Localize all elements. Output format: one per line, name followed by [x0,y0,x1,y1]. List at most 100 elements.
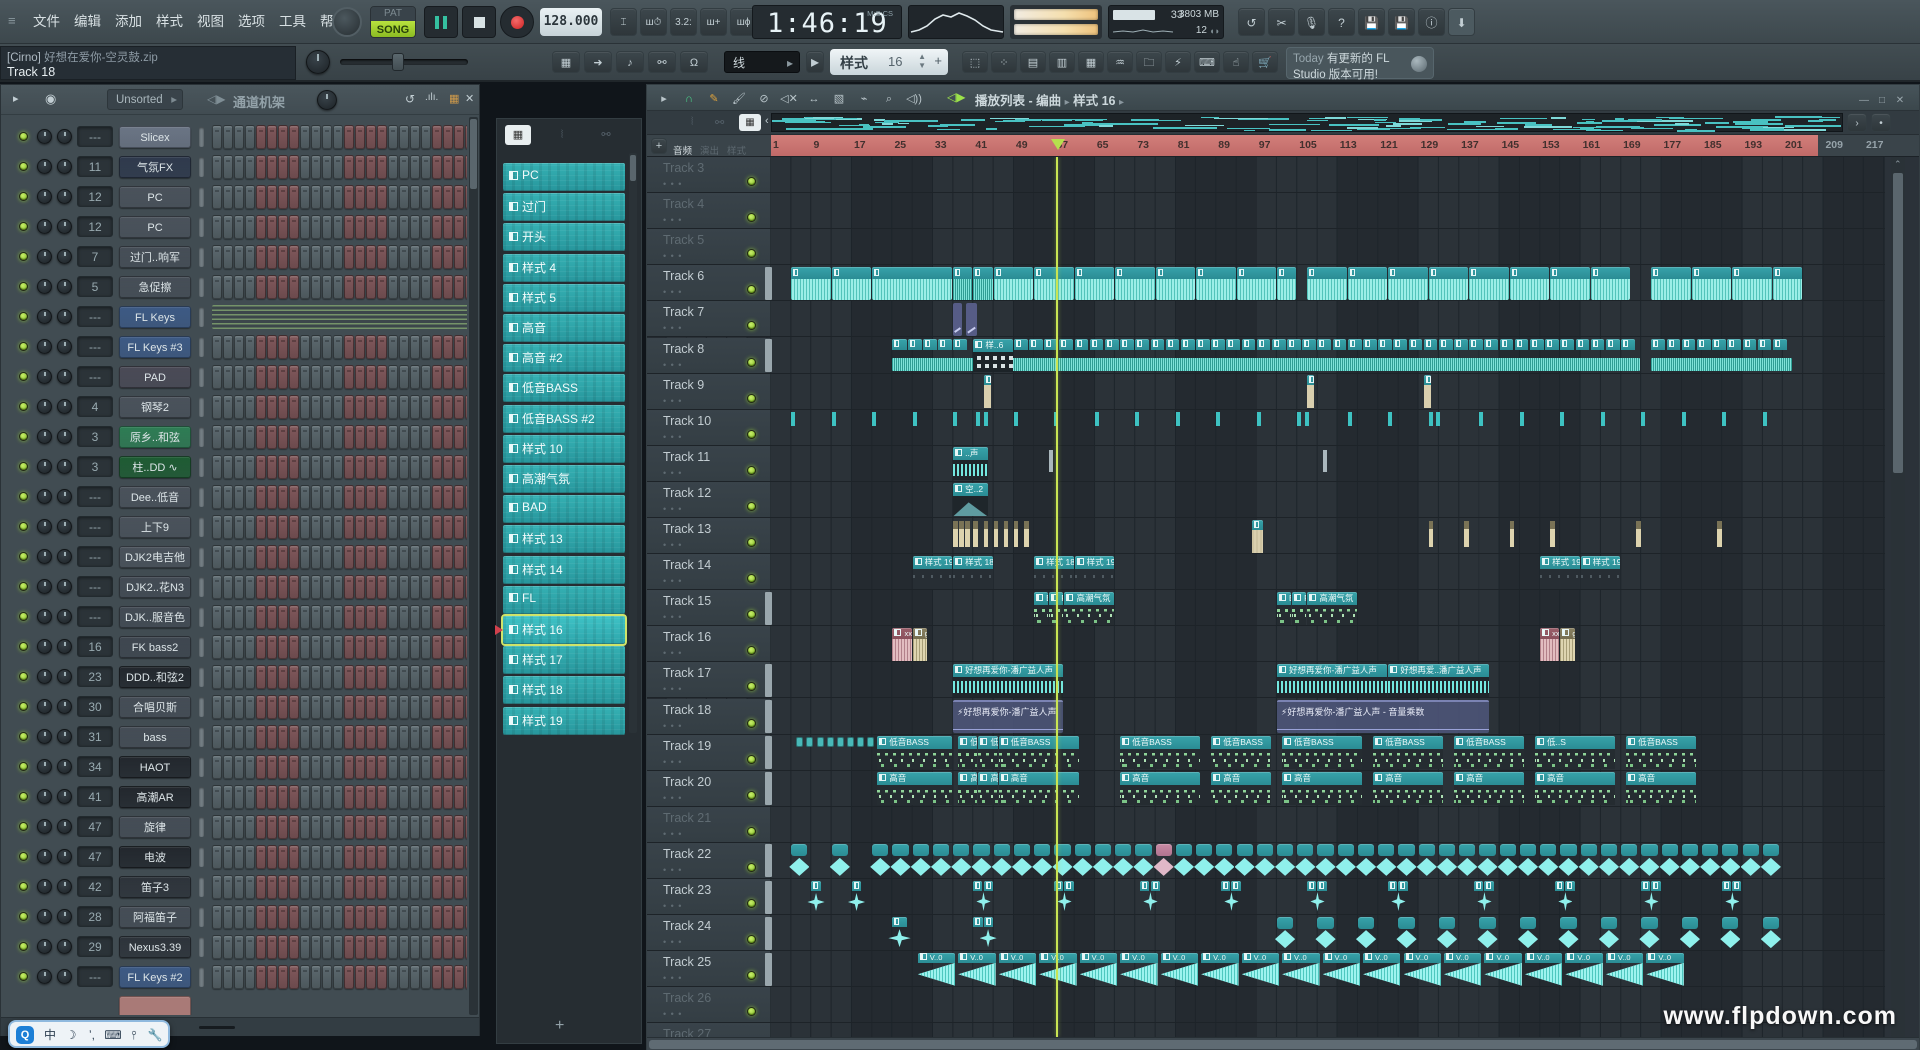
step-cell[interactable] [234,335,244,359]
snap-magnet-icon[interactable]: ∩ [678,93,700,105]
track-options-dots[interactable]: • • • [663,721,682,731]
pattern-clip[interactable]: 低..2 [958,736,977,769]
menu-添加[interactable]: 添加 [108,0,149,44]
channel-pan-knob[interactable] [37,459,52,474]
channel-button-Dee..低音[interactable]: Dee..低音 [119,486,191,508]
step-cell[interactable] [234,125,244,149]
navigator-dot-button[interactable]: • [1871,113,1891,132]
channel-volume-knob[interactable] [57,219,72,234]
step-cell[interactable] [245,245,255,269]
step-cell[interactable] [289,485,299,509]
step-cell[interactable] [344,395,354,419]
step-cell[interactable] [454,365,464,389]
channel-button-FL Keys[interactable]: FL Keys [119,306,191,328]
step-cell[interactable] [223,845,233,869]
step-cell[interactable] [300,185,310,209]
channel-volume-knob[interactable] [57,129,72,144]
hit-clip[interactable] [1216,844,1232,856]
step-cell[interactable] [311,125,321,149]
maximize-icon[interactable]: □ [1873,95,1891,106]
step-cell[interactable] [256,425,266,449]
track-header[interactable]: Track 19• • • [647,735,771,770]
channel-pan-knob[interactable] [37,729,52,744]
step-cell[interactable] [223,545,233,569]
step-cell[interactable] [443,785,453,809]
note-bar-clip[interactable] [1257,412,1261,426]
audio-mini-clip[interactable] [1105,339,1119,372]
info-icon[interactable]: ⓘ [1418,8,1445,36]
pattern-item-样式 13[interactable]: 样式 13 [503,525,625,553]
pattern-clip[interactable]: 低..S [978,736,997,769]
track-led[interactable] [747,899,756,908]
reverse-cymbal-clip[interactable]: V..0 [1080,953,1117,986]
channel-volume-knob[interactable] [57,459,72,474]
track-options-dots[interactable]: • • • [663,323,682,333]
audio-mini-clip[interactable] [1469,339,1483,372]
step-cell[interactable] [465,515,467,539]
hit-clip[interactable] [933,844,949,856]
audio-mini-clip[interactable] [938,339,952,372]
hit-clip[interactable] [1540,844,1556,856]
channel-target-number[interactable]: 29 [77,936,113,957]
pattern-clip-checker[interactable]: 样..6 [973,339,1012,372]
hit-clip[interactable] [1034,844,1050,856]
step-cell[interactable] [399,845,409,869]
step-cell[interactable] [267,605,277,629]
audio-mini-clip[interactable] [1363,339,1377,372]
track-options-dots[interactable]: • • • [663,1009,682,1019]
step-cell[interactable] [366,845,376,869]
step-cell[interactable] [212,785,222,809]
headphones-icon[interactable]: Ω [680,51,708,73]
step-cell[interactable] [234,245,244,269]
reverse-cymbal-clip[interactable]: V..0 [918,953,955,986]
step-cell[interactable] [267,395,277,419]
step-cell[interactable] [322,785,332,809]
step-cell[interactable] [465,215,467,239]
step-cell[interactable] [443,755,453,779]
step-cell[interactable] [366,335,376,359]
channel-led[interactable] [19,402,28,411]
step-cell[interactable] [245,635,255,659]
step-cell[interactable] [388,125,398,149]
step-cell[interactable] [355,545,365,569]
step-cell[interactable] [300,275,310,299]
pattern-clip[interactable]: 高音 [1211,772,1271,805]
step-cell[interactable] [311,275,321,299]
channel-button-阿福笛子[interactable]: 阿福笛子 [119,906,191,928]
step-cell[interactable] [443,725,453,749]
channel-pan-knob[interactable] [37,579,52,594]
hit-clip[interactable] [1682,917,1698,929]
step-cell[interactable] [432,545,442,569]
pattern-clip[interactable]: 低..S [1535,736,1615,769]
step-cell[interactable] [443,875,453,899]
audio-clip-pink[interactable]: xxx2 [892,628,911,661]
step-cell[interactable] [377,665,387,689]
step-cell[interactable] [410,485,420,509]
audio-mini-clip[interactable] [1500,339,1514,372]
audio-mini-clip[interactable] [1242,339,1256,372]
mini-step-clip[interactable] [847,737,854,747]
note-bar-clip[interactable] [1095,412,1099,426]
pattern-item-BAD[interactable]: BAD [503,495,625,523]
step-cell[interactable] [432,785,442,809]
track-led[interactable] [747,1007,756,1016]
channel-target-number[interactable]: 41 [77,786,113,807]
step-cell[interactable] [399,665,409,689]
step-cell[interactable] [443,455,453,479]
audio-clip[interactable] [994,267,1033,300]
step-cell[interactable] [322,755,332,779]
audio-clip[interactable] [872,267,952,300]
channel-button-原乡..和弦[interactable]: 原乡..和弦 [119,426,191,448]
channel-led[interactable] [19,222,28,231]
step-cell[interactable] [465,755,467,779]
step-cell[interactable] [355,725,365,749]
automation-tab-icon[interactable]: ⚯ [593,125,619,145]
step-cell[interactable] [355,395,365,419]
audio-clip-dim[interactable]: 空..2 [953,483,987,516]
step-cell[interactable] [333,815,343,839]
audio-clip[interactable] [1732,267,1771,300]
reverse-cymbal-clip[interactable]: V..0 [1606,953,1643,986]
reverse-cymbal-clip[interactable]: V..0 [1646,953,1683,986]
step-cell[interactable] [234,785,244,809]
step-cell[interactable] [300,875,310,899]
